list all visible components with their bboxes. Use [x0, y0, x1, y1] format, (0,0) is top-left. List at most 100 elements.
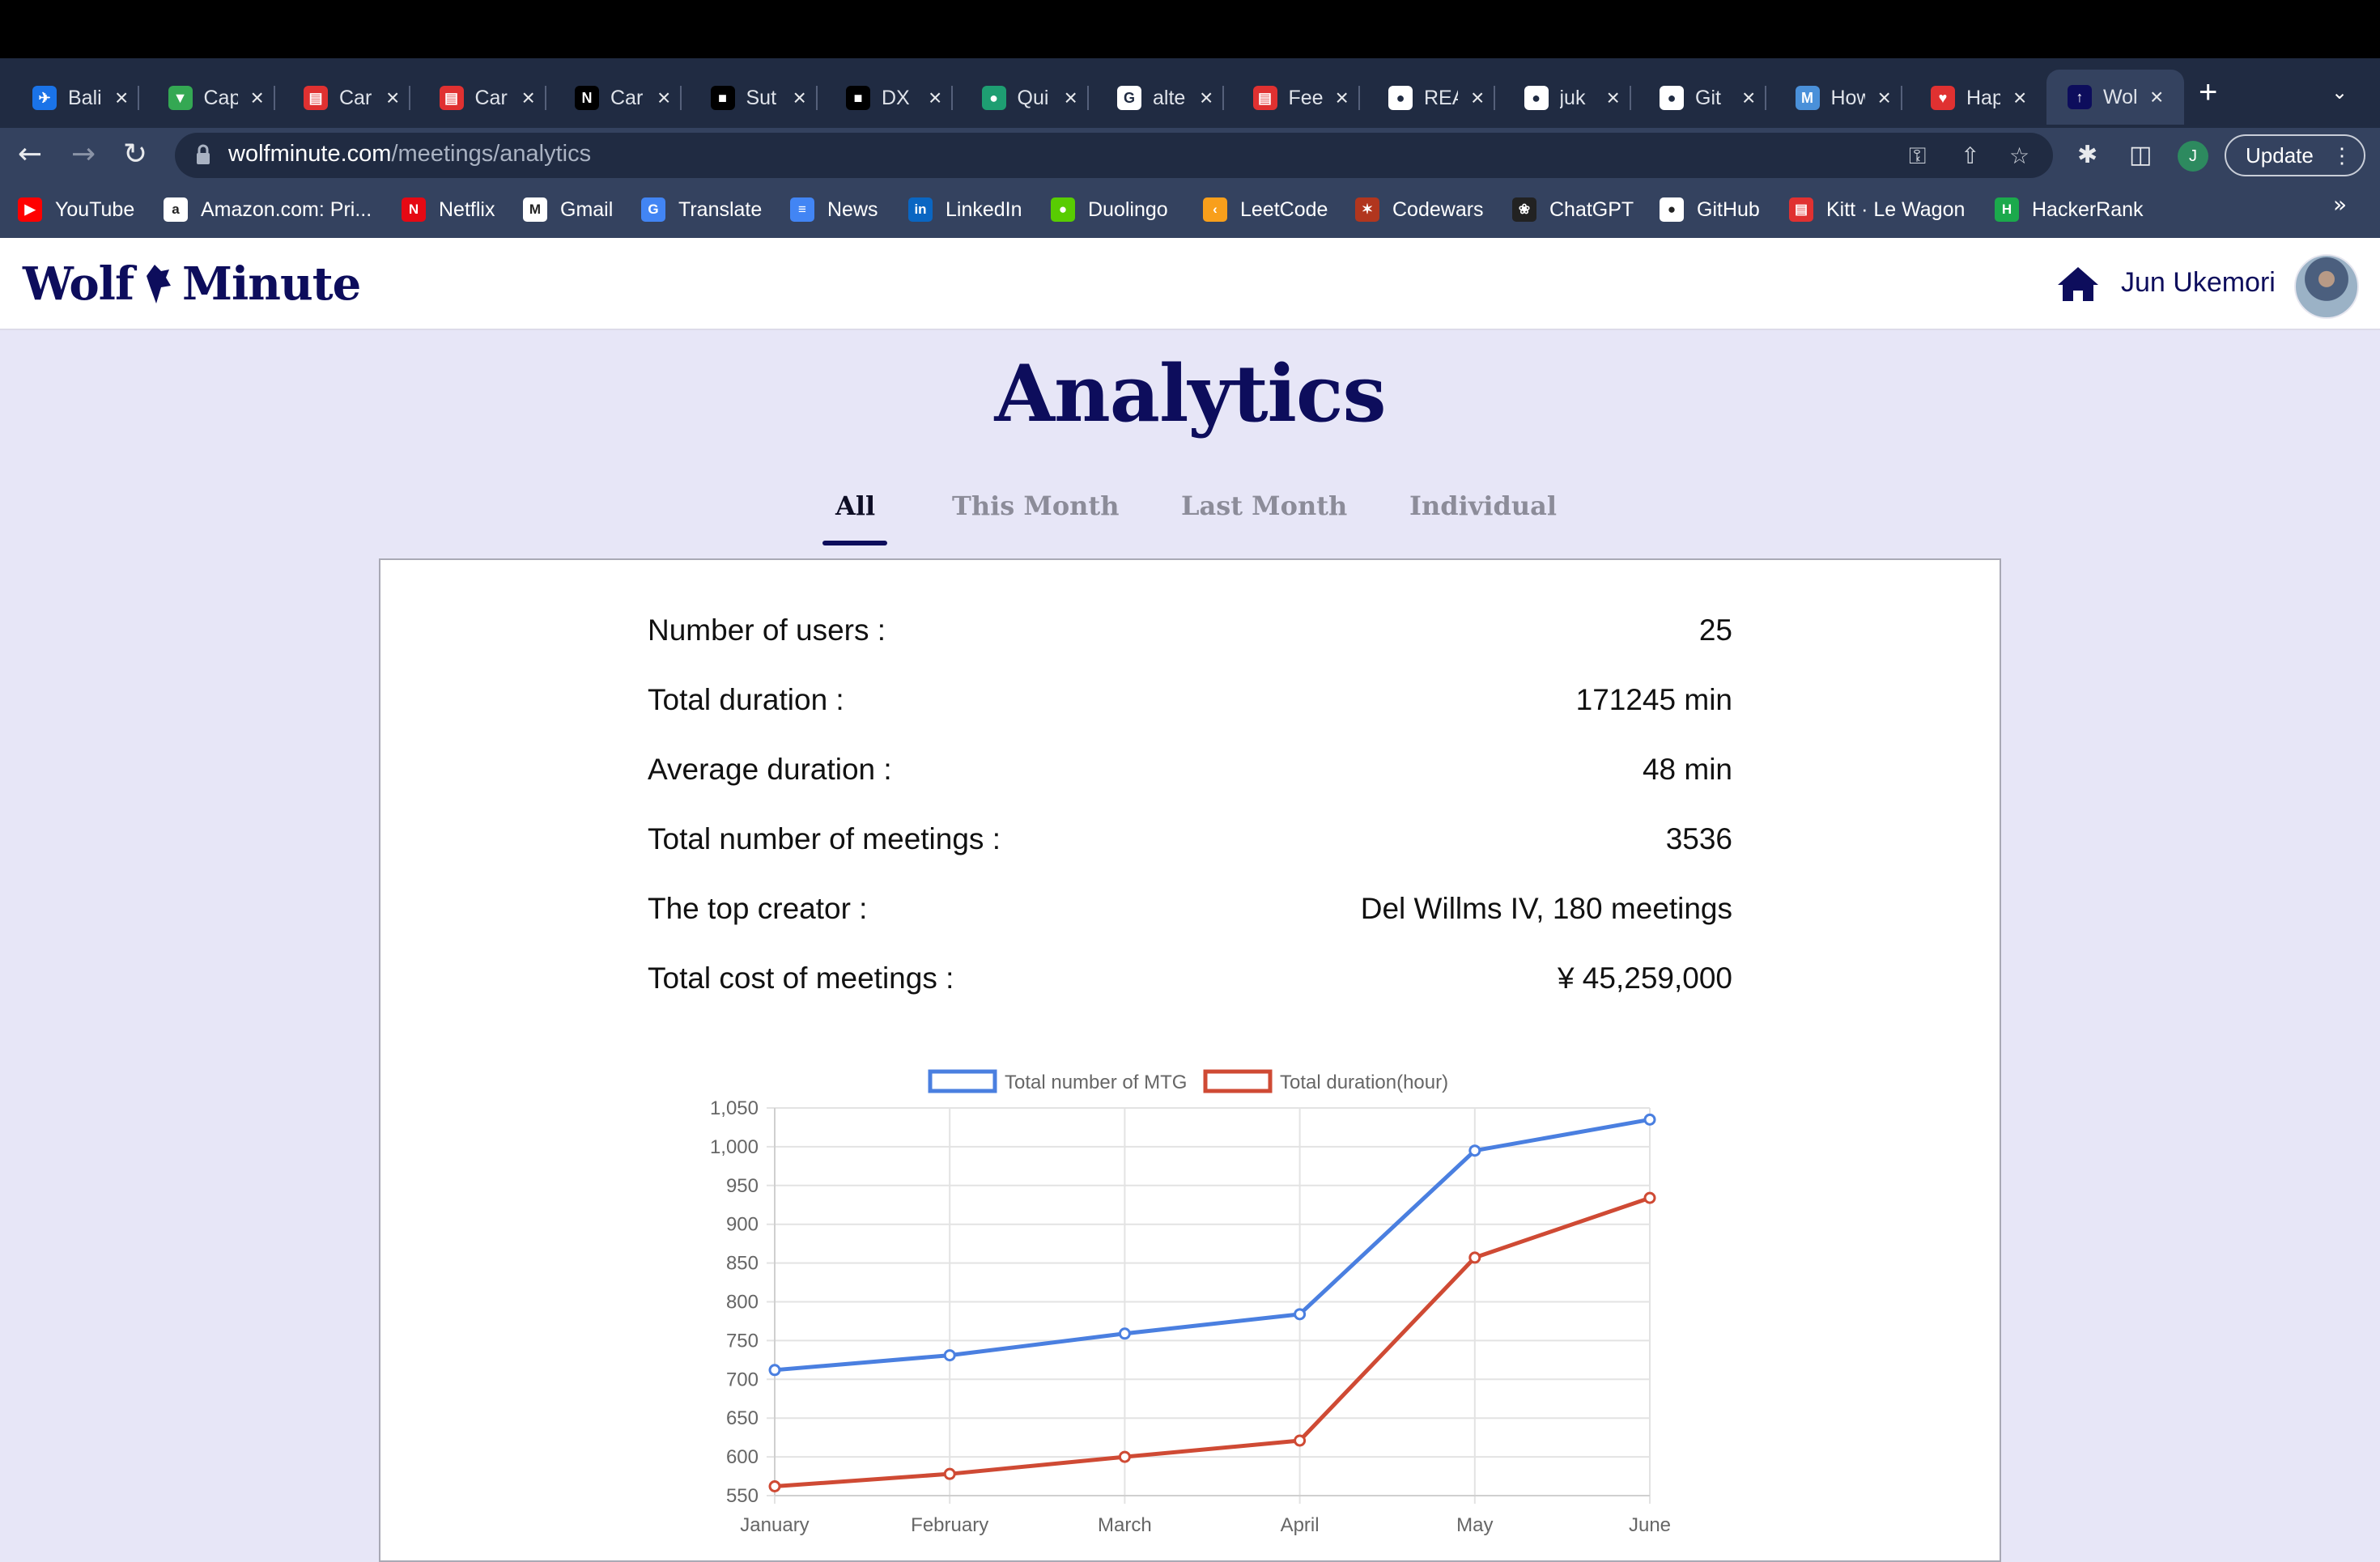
- close-tab-icon[interactable]: ×: [251, 85, 264, 111]
- tab-separator: [1494, 86, 1496, 110]
- tab-title: Car: [474, 86, 508, 109]
- close-tab-icon[interactable]: ×: [386, 85, 399, 111]
- user-name[interactable]: Jun Ukemori: [2121, 267, 2276, 299]
- series-line: [774, 1195, 1651, 1488]
- tab-all[interactable]: All: [835, 490, 875, 521]
- browser-tab[interactable]: Galte ×: [1117, 73, 1225, 123]
- bookmark-item[interactable]: ▤ Kitt · Le Wagon: [1789, 197, 1965, 222]
- bookmark-item[interactable]: ● GitHub: [1660, 197, 1760, 222]
- close-tab-icon[interactable]: ×: [1336, 85, 1349, 111]
- browser-tab[interactable]: N Car ×: [575, 73, 682, 123]
- tab-last-month[interactable]: Last Month: [1181, 490, 1347, 521]
- browser-tab[interactable]: ● REA ×: [1388, 73, 1496, 123]
- close-tab-icon[interactable]: ×: [1742, 85, 1755, 111]
- extensions-icon[interactable]: ✱: [2077, 141, 2097, 169]
- tab-separator: [1358, 86, 1360, 110]
- bookmark-item[interactable]: M Gmail: [523, 197, 613, 222]
- tab-this-month[interactable]: This Month: [952, 490, 1119, 521]
- stat-row: Number of users : 25: [648, 613, 1732, 662]
- key-icon[interactable]: ⚿: [1909, 142, 1926, 170]
- bookmark-item[interactable]: ❀ ChatGPT: [1512, 197, 1634, 222]
- back-arrow-icon[interactable]: ←: [18, 138, 42, 171]
- tab-strip: ✈ Bali × ▼ Cap × ▤ Car × ▤ Car × N Car × ■ Sut × ■ DX × ● Qui ×…: [0, 58, 2380, 128]
- tab-separator: [680, 86, 682, 110]
- forward-arrow-icon[interactable]: →: [71, 138, 96, 171]
- close-tab-icon[interactable]: ×: [2013, 85, 2026, 111]
- browser-tab[interactable]: ▤ Car ×: [439, 73, 546, 123]
- data-point: [1118, 1327, 1131, 1340]
- stat-label: Number of users :: [648, 613, 886, 647]
- more-bookmarks-icon[interactable]: »: [2333, 191, 2347, 218]
- profile-avatar[interactable]: J: [2178, 141, 2208, 172]
- close-tab-icon[interactable]: ×: [1607, 85, 1620, 111]
- close-tab-icon[interactable]: ×: [115, 85, 128, 111]
- bookmark-item[interactable]: G Translate: [641, 197, 762, 222]
- browser-tab[interactable]: ● Qui ×: [981, 73, 1089, 123]
- close-tab-icon[interactable]: ×: [1878, 85, 1891, 111]
- browser-tab-active[interactable]: ↑ Wol ×: [2046, 70, 2185, 125]
- tab-title: Hap: [1966, 86, 2000, 109]
- github-icon: ●: [1660, 197, 1684, 222]
- bookmark-item[interactable]: ✶ Codewars: [1355, 197, 1484, 222]
- bookmark-item[interactable]: ▶ YouTube: [18, 197, 134, 222]
- bookmark-label: Kitt · Le Wagon: [1826, 197, 1966, 221]
- address-bar[interactable]: wolfminute.com/meetings/analytics ⚿ ⇧ ☆: [175, 133, 2053, 178]
- browser-tab[interactable]: ■ Sut ×: [710, 73, 818, 123]
- stat-label: Average duration :: [648, 753, 892, 786]
- close-tab-icon[interactable]: ×: [1065, 85, 1077, 111]
- wolfminute-logo[interactable]: Wolf Minute: [23, 257, 361, 311]
- bookmark-item[interactable]: ‹ LeetCode: [1203, 197, 1328, 222]
- page-title: Analytics: [994, 348, 1386, 439]
- close-tab-icon[interactable]: ×: [522, 85, 535, 111]
- star-icon[interactable]: ☆: [2009, 142, 2029, 169]
- browser-tab[interactable]: ▤ Car ×: [304, 73, 411, 123]
- close-tab-icon[interactable]: ×: [2150, 84, 2163, 110]
- home-icon[interactable]: [2056, 265, 2100, 303]
- tab-title: Sut: [746, 86, 777, 109]
- close-tab-icon[interactable]: ×: [1200, 85, 1213, 111]
- browser-tab[interactable]: ♥ Hap ×: [1931, 73, 2026, 123]
- bookmark-item[interactable]: in LinkedIn: [908, 197, 1022, 222]
- bookmark-item[interactable]: ≡ News: [790, 197, 878, 222]
- user-avatar[interactable]: [2294, 254, 2359, 319]
- chevron-down-icon[interactable]: ⌄: [2331, 81, 2348, 104]
- browser-tab[interactable]: ● Git ×: [1660, 73, 1767, 123]
- browser-tab[interactable]: ✈ Bali ×: [32, 73, 140, 123]
- side-panel-icon[interactable]: ◫: [2129, 141, 2152, 169]
- bookmark-item[interactable]: H HackerRank: [1995, 197, 2144, 222]
- close-tab-icon[interactable]: ×: [793, 85, 806, 111]
- y-tick-label: 700: [726, 1369, 759, 1390]
- tab-separator: [1086, 86, 1089, 110]
- update-button[interactable]: Update ⋮: [2225, 134, 2365, 176]
- tab-individual[interactable]: Individual: [1409, 490, 1557, 521]
- browser-tab[interactable]: M How ×: [1795, 73, 1902, 123]
- github-icon: ●: [1388, 86, 1413, 110]
- browser-tab[interactable]: ■ DX ×: [846, 73, 954, 123]
- bookmark-item[interactable]: a Amazon.com: Pri...: [164, 197, 372, 222]
- stat-row: Total duration : 171245 min: [648, 683, 1732, 732]
- data-point: [1118, 1450, 1131, 1463]
- browser-tab[interactable]: ▼ Cap ×: [168, 73, 275, 123]
- menu-dots-icon[interactable]: ⋮: [2331, 136, 2352, 175]
- github-icon: ●: [1660, 86, 1684, 110]
- translate-icon: G: [641, 197, 665, 222]
- close-tab-icon[interactable]: ×: [1471, 85, 1484, 111]
- tab-title: How: [1830, 86, 1865, 109]
- reload-icon[interactable]: ↻: [123, 138, 147, 171]
- browser-tab[interactable]: ▤ Fee ×: [1252, 73, 1360, 123]
- stat-value: 171245 min: [1575, 683, 1732, 716]
- bookmark-label: LinkedIn: [946, 197, 1022, 221]
- browser-tab[interactable]: ● juk ×: [1524, 73, 1631, 123]
- share-icon[interactable]: ⇧: [1961, 142, 1979, 169]
- close-tab-icon[interactable]: ×: [657, 85, 670, 111]
- chatgpt-icon: ❀: [1512, 197, 1536, 222]
- bookmark-item[interactable]: ● Duolingo: [1051, 197, 1168, 222]
- tab-title: Cap: [203, 86, 238, 109]
- stat-label: Total duration :: [648, 683, 844, 716]
- lewagon-icon: ▤: [1252, 86, 1277, 110]
- stat-label: The top creator :: [648, 892, 868, 925]
- close-tab-icon[interactable]: ×: [929, 85, 941, 111]
- new-tab-icon[interactable]: +: [2199, 74, 2217, 111]
- app-header: Wolf Minute Jun Ukemori: [0, 238, 2380, 330]
- bookmark-item[interactable]: N Netflix: [402, 197, 495, 222]
